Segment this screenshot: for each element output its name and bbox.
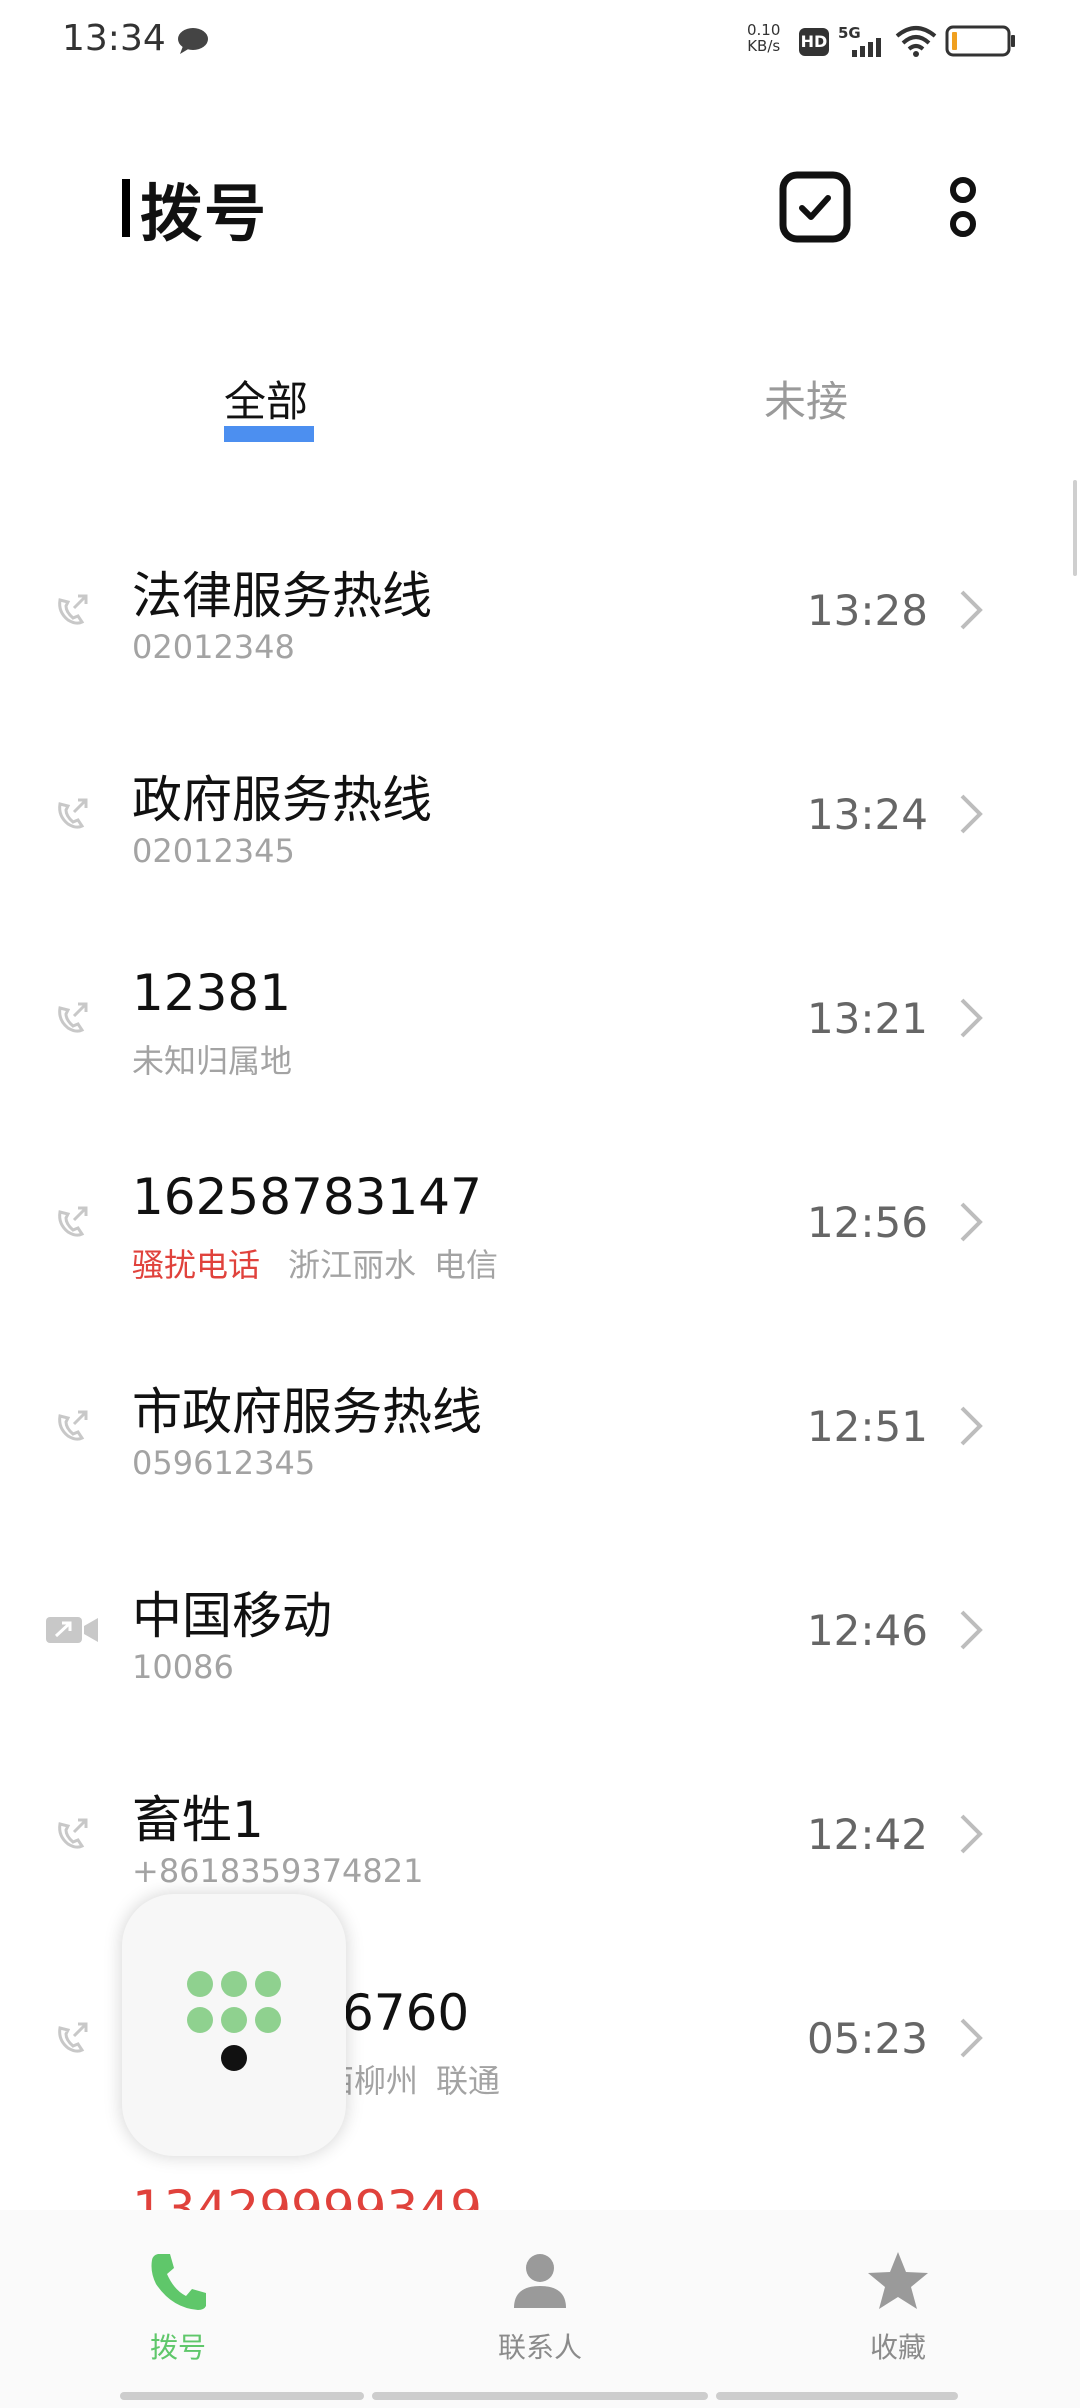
call-outgoing-icon (58, 594, 88, 625)
page-title: 拨号 (140, 177, 269, 250)
dialpad-button[interactable] (122, 1894, 346, 2156)
chevron-right-icon[interactable] (958, 2016, 984, 2060)
call-details: 骚扰电话 浙江丽水 电信 (132, 1240, 498, 1286)
call-name: 12381 (132, 964, 292, 1022)
nav-dial[interactable]: 拨号 (78, 2250, 278, 2366)
call-name: 16258783147 (132, 1168, 482, 1226)
select-check-icon[interactable] (778, 170, 852, 244)
status-bar: 13:34 0.10 KB/s HD 5G (0, 0, 1080, 90)
signal-5g-icon: 5G (838, 24, 881, 57)
svg-text:5G: 5G (838, 24, 861, 42)
phone-icon (151, 2254, 206, 2310)
call-time: 12:42 (806, 1810, 928, 1859)
hd-icon: HD (799, 28, 829, 56)
call-location: 未知归属地 (132, 1042, 293, 1080)
chevron-right-icon[interactable] (958, 588, 984, 632)
call-number: 02012348 (132, 628, 295, 666)
tab-missed[interactable]: 未接 (764, 368, 848, 429)
call-number: 02012345 (132, 832, 295, 870)
chevron-right-icon[interactable] (958, 1404, 984, 1448)
call-time: 13:24 (806, 790, 928, 839)
home-indicator (372, 2392, 708, 2400)
home-indicator (120, 2392, 364, 2400)
chevron-right-icon[interactable] (958, 1608, 984, 1652)
home-indicator (716, 2392, 958, 2400)
call-log-item[interactable]: 中国移动 10086 12:46 (0, 1544, 1080, 1748)
call-outgoing-icon (58, 2022, 88, 2053)
nav-label: 拨号 (149, 2331, 206, 2364)
star-icon (868, 2252, 928, 2309)
bottom-nav: 拨号 联系人 收藏 (0, 2210, 1080, 2408)
call-name: 政府服务热线 (132, 771, 432, 829)
tab-active-indicator (224, 426, 314, 442)
call-time: 05:23 (806, 2014, 928, 2063)
chevron-right-icon[interactable] (958, 996, 984, 1040)
call-details: 西柳州 联通 (322, 2056, 500, 2102)
more-vertical-icon[interactable] (940, 170, 986, 244)
message-icon (178, 28, 208, 54)
battery-icon (945, 25, 1015, 57)
dialpad-icon (187, 1971, 281, 2071)
call-outgoing-icon (58, 798, 88, 829)
call-name: 中国移动 (132, 1587, 332, 1645)
call-time: 13:28 (806, 586, 928, 635)
chevron-right-icon[interactable] (958, 792, 984, 836)
call-carrier: 电信 (434, 1246, 499, 1284)
status-time: 13:34 (62, 18, 166, 59)
spam-tag: 骚扰电话 (132, 1246, 261, 1284)
call-outgoing-icon (58, 1206, 88, 1237)
chevron-right-icon[interactable] (958, 1812, 984, 1856)
call-location: 浙江丽水 (288, 1246, 417, 1284)
call-number: +8618359374821 (132, 1852, 424, 1890)
call-outgoing-icon (58, 1410, 88, 1441)
video-call-outgoing-icon (46, 1617, 98, 1643)
chevron-right-icon[interactable] (958, 1200, 984, 1244)
call-log-item[interactable]: 12381 未知归属地 13:21 (0, 932, 1080, 1136)
call-number: 059612345 (132, 1444, 316, 1482)
wifi-icon (895, 26, 937, 57)
call-log-item[interactable]: 政府服务热线 02012345 13:24 (0, 728, 1080, 932)
person-icon (514, 2254, 566, 2308)
call-time: 12:56 (806, 1198, 928, 1247)
call-log-item[interactable]: 法律服务热线 02012348 13:28 (0, 524, 1080, 728)
call-name: 畜牲1 (132, 1791, 264, 1849)
call-number: 10086 (132, 1648, 234, 1686)
net-speed: 0.10 KB/s (747, 21, 781, 55)
call-name: 市政府服务热线 (132, 1383, 482, 1441)
call-log-item[interactable]: 市政府服务热线 059612345 12:51 (0, 1340, 1080, 1544)
tab-all[interactable]: 全部 (224, 368, 308, 429)
page-title-wrap: 拨号 (122, 168, 268, 250)
call-outgoing-icon (58, 1002, 88, 1033)
nav-contacts[interactable]: 联系人 (440, 2250, 640, 2366)
nav-favorites[interactable]: 收藏 (798, 2250, 998, 2366)
call-outgoing-icon (58, 1818, 88, 1849)
title-cursor (122, 179, 130, 237)
call-name: 6760 (342, 1984, 470, 2042)
nav-label: 联系人 (497, 2331, 582, 2364)
nav-label: 收藏 (869, 2331, 926, 2364)
call-time: 12:51 (806, 1402, 928, 1451)
call-time: 13:21 (806, 994, 928, 1043)
call-log-item[interactable]: 16258783147 骚扰电话 浙江丽水 电信 12:56 (0, 1136, 1080, 1340)
call-carrier: 联通 (436, 2062, 501, 2100)
call-time: 12:46 (806, 1606, 928, 1655)
call-name: 法律服务热线 (132, 567, 432, 625)
